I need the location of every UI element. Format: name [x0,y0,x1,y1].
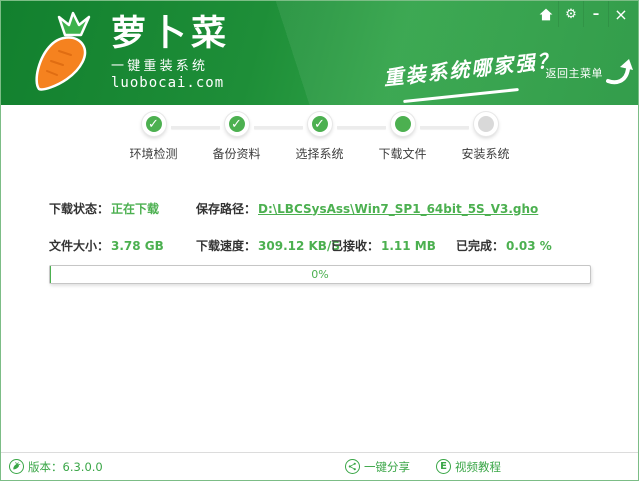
header: 萝卜菜 一键重装系统 luobocai.com 重装系统哪家强？ 返回主菜单 ⚙ [1,1,638,105]
file-size: 文件大小： 3.78 GB [49,237,196,254]
step-install-system: 安装系统 [444,112,527,162]
version-badge-icon [9,459,24,474]
version-label: 版本：6.3.0.0 [28,459,103,475]
share-label: 一键分享 [364,459,410,475]
version-info: 版本：6.3.0.0 [9,459,103,475]
share-icon [345,459,360,474]
home-icon [539,8,553,21]
step-label: 环境检测 [129,145,177,162]
minimize-icon: – [593,7,600,22]
carrot-logo-icon [29,9,105,95]
received-amount: 已接收： 1.11 MB [331,237,456,254]
step-circle-done-icon: ✓ [225,112,249,136]
download-state-label: 下载状态： [49,200,109,217]
brand-logo: 萝卜菜 一键重装系统 luobocai.com [29,9,231,95]
step-circle-done-icon: ✓ [308,112,332,136]
step-label: 下载文件 [378,145,426,162]
completed-value: 0.03 % [506,239,552,253]
gear-icon: ⚙ [565,7,577,22]
step-label: 安装系统 [461,145,509,162]
video-tutorial-label: 视频教程 [455,459,501,475]
minimize-button[interactable]: – [583,1,608,27]
step-select-system: ✓ 选择系统 [278,112,361,162]
download-state: 下载状态： 正在下载 [49,200,196,217]
step-circle-done-icon: ✓ [142,112,166,136]
curved-back-arrow-icon [604,55,634,87]
download-speed-label: 下载速度： [196,237,256,254]
file-size-label: 文件大小： [49,237,109,254]
step-label: 选择系统 [295,145,343,162]
window-controls: ⚙ – × [533,1,633,27]
close-button[interactable]: × [608,1,633,27]
slogan-underline [403,88,519,103]
settings-button[interactable]: ⚙ [558,1,583,27]
download-status-panel: 下载状态： 正在下载 保存路径： D:\LBCSysAss\Win7_SP1_6… [49,200,598,254]
received-label: 已接收： [331,237,379,254]
completed-label: 已完成： [456,237,504,254]
video-tutorial-button[interactable]: E 视频教程 [436,459,501,475]
step-backup-data: ✓ 备份资料 [195,112,278,162]
back-to-main-menu-button[interactable]: 返回主菜单 [546,55,635,87]
brand-subtitle: 一键重装系统 [111,55,231,74]
back-button-label: 返回主菜单 [546,65,604,87]
download-speed: 下载速度： 309.12 KB/S [196,237,331,254]
status-row-2: 文件大小： 3.78 GB 下载速度： 309.12 KB/S 已接收： 1.1… [49,237,598,254]
footer-bar: 版本：6.3.0.0 一键分享 E 视频教程 [1,452,638,480]
app-window: 萝卜菜 一键重装系统 luobocai.com 重装系统哪家强？ 返回主菜单 ⚙ [0,0,639,481]
brand-title: 萝卜菜 [111,17,231,52]
step-circle-pending-icon [474,112,498,136]
save-path: 保存路径： D:\LBCSysAss\Win7_SP1_64bit_5S_V3.… [196,200,538,217]
step-label: 备份资料 [212,145,260,162]
step-environment-check: ✓ 环境检测 [112,112,195,162]
completed-percent: 已完成： 0.03 % [456,237,552,254]
footer-actions: 一键分享 E 视频教程 [345,459,501,475]
step-indicator: ✓ 环境检测 ✓ 备份资料 ✓ 选择系统 下载文件 安装系统 [1,112,638,162]
received-value: 1.11 MB [381,239,436,253]
save-path-link[interactable]: D:\LBCSysAss\Win7_SP1_64bit_5S_V3.gho [258,202,538,216]
brand-domain: luobocai.com [111,75,231,91]
close-icon: × [614,5,627,24]
download-speed-value: 309.12 KB/S [258,239,340,253]
one-key-share-button[interactable]: 一键分享 [345,459,410,475]
step-circle-current-icon [391,112,415,136]
download-state-value: 正在下载 [111,200,159,217]
video-tutorial-icon: E [436,459,451,474]
slogan-text: 重装系统哪家强？ [382,44,560,91]
download-progress-bar: 0% [49,265,591,284]
home-button[interactable] [533,1,558,27]
brand-text: 萝卜菜 一键重装系统 luobocai.com [111,17,231,91]
status-row-1: 下载状态： 正在下载 保存路径： D:\LBCSysAss\Win7_SP1_6… [49,200,598,217]
progress-percent-text: 0% [50,266,590,283]
save-path-label: 保存路径： [196,200,256,217]
step-download-files: 下载文件 [361,112,444,162]
file-size-value: 3.78 GB [111,239,164,253]
